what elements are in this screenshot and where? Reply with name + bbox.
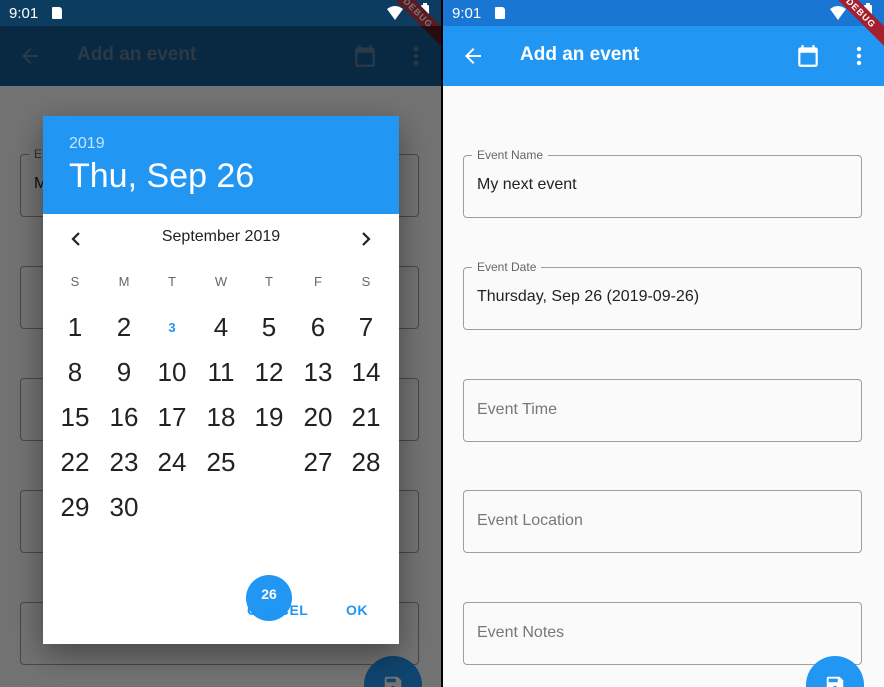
weekday-header: W — [214, 274, 228, 289]
event-name-label: Event Name — [472, 148, 549, 162]
calendar-day[interactable]: 20 — [294, 402, 342, 433]
calendar-day[interactable]: 24 — [148, 447, 196, 478]
wifi-icon — [387, 6, 403, 20]
event-location-field[interactable]: Event Location — [463, 490, 862, 553]
next-month-chevron-icon[interactable] — [359, 232, 373, 246]
date-picker-dialog: 2019 Thu, Sep 26 September 2019 SMTWTFS1… — [43, 116, 399, 644]
calendar-day[interactable]: 4 — [197, 312, 245, 343]
app-bar: Add an event — [443, 26, 884, 86]
calendar-day[interactable]: 12 — [245, 357, 293, 388]
event-notes-hint: Event Notes — [477, 624, 565, 641]
weekday-header: T — [168, 274, 176, 289]
status-bar: 9:01 — [0, 0, 441, 26]
event-location-hint: Event Location — [477, 512, 583, 529]
calendar-day[interactable]: 19 — [245, 402, 293, 433]
back-arrow-icon[interactable] — [461, 44, 485, 68]
status-bar: 9:01 — [443, 0, 884, 26]
selected-date-label: Thu, Sep 26 — [69, 157, 255, 195]
calendar-icon[interactable] — [795, 43, 821, 69]
month-label: September 2019 — [161, 228, 281, 245]
calendar-day[interactable]: 11 — [197, 357, 245, 388]
more-vert-icon[interactable] — [851, 44, 867, 68]
event-time-hint: Event Time — [477, 401, 558, 418]
calendar-day[interactable]: 9 — [100, 357, 148, 388]
save-icon — [826, 676, 844, 687]
status-time: 9:01 — [452, 5, 482, 22]
event-time-field[interactable]: Event Time — [463, 379, 862, 442]
calendar-day[interactable]: 14 — [342, 357, 390, 388]
calendar-day[interactable]: 16 — [100, 402, 148, 433]
calendar-day[interactable]: 6 — [294, 312, 342, 343]
weekday-header: M — [118, 274, 130, 289]
event-name-field[interactable]: Event Name My next event — [463, 148, 862, 218]
calendar-day[interactable]: 28 — [342, 447, 390, 478]
date-picker-header: 2019 Thu, Sep 26 — [43, 116, 399, 214]
calendar-day[interactable]: 21 — [342, 402, 390, 433]
wifi-icon — [830, 6, 846, 20]
event-date-field[interactable]: Event Date Thursday, Sep 26 (2019-09-26) — [463, 260, 862, 330]
status-time: 9:01 — [9, 5, 39, 22]
calendar-day[interactable]: 8 — [51, 357, 99, 388]
event-name-value: My next event — [477, 176, 577, 193]
weekday-header: S — [361, 274, 371, 289]
calendar-day[interactable]: 23 — [100, 447, 148, 478]
calendar-day[interactable]: 25 — [197, 447, 245, 478]
calendar-day[interactable]: 29 — [51, 492, 99, 523]
calendar-day[interactable]: 27 — [294, 447, 342, 478]
calendar-day[interactable]: 2 — [100, 312, 148, 343]
cancel-button[interactable]: CANCEL — [247, 602, 308, 618]
calendar-day[interactable]: 26 — [245, 586, 293, 602]
calendar-day[interactable]: 1 — [51, 312, 99, 343]
calendar-day[interactable]: 17 — [148, 402, 196, 433]
app-title: Add an event — [520, 44, 640, 65]
event-date-value: Thursday, Sep 26 (2019-09-26) — [477, 288, 700, 305]
left-screen: 9:01 Add an event DEBUG E M 2019 Thu, Se… — [0, 0, 441, 687]
weekday-header: S — [70, 274, 80, 289]
sd-card-icon — [495, 7, 505, 19]
calendar-day[interactable]: 18 — [197, 402, 245, 433]
calendar-day[interactable]: 7 — [342, 312, 390, 343]
calendar-day[interactable]: 10 — [148, 357, 196, 388]
ok-button[interactable]: OK — [346, 602, 368, 618]
year-label[interactable]: 2019 — [69, 135, 105, 153]
event-date-label: Event Date — [472, 260, 542, 274]
right-screen: 9:01 Add an event DEBUG Event Name My ne… — [443, 0, 884, 687]
weekday-header: T — [265, 274, 273, 289]
event-notes-field[interactable]: Event Notes — [463, 602, 862, 665]
weekday-header: F — [314, 274, 322, 289]
calendar-day[interactable]: 15 — [51, 402, 99, 433]
calendar-day[interactable]: 5 — [245, 312, 293, 343]
calendar-day[interactable]: 13 — [294, 357, 342, 388]
calendar-day[interactable]: 3 — [148, 320, 196, 335]
sd-card-icon — [52, 7, 62, 19]
calendar-day[interactable]: 30 — [100, 492, 148, 523]
calendar-day[interactable]: 22 — [51, 447, 99, 478]
